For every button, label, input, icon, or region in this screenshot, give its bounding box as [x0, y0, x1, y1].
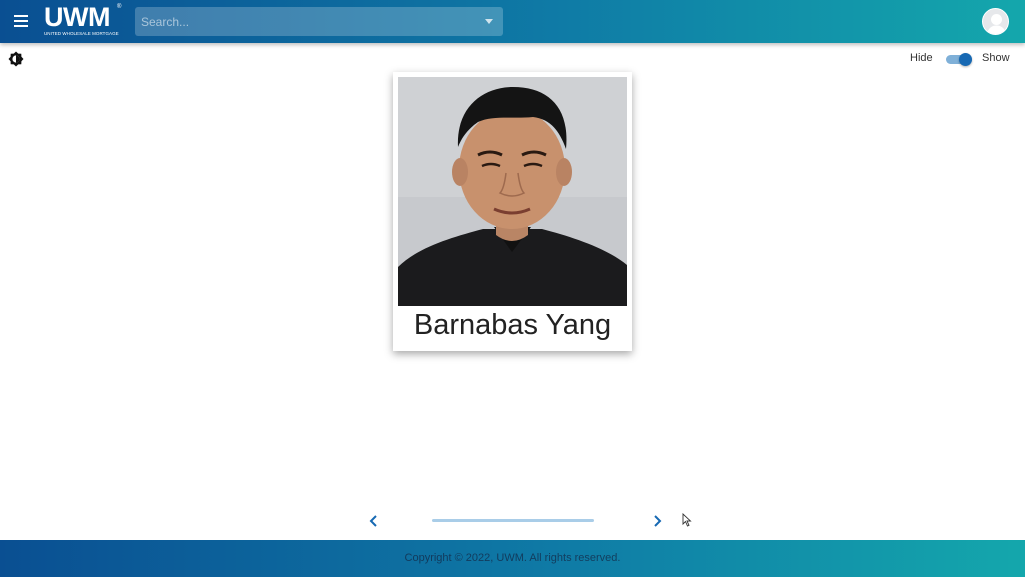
person-name: Barnabas Yang — [413, 309, 612, 341]
chevron-right-icon[interactable] — [650, 513, 664, 529]
logo-subtext: UNITED WHOLESALE MORTGAGE — [44, 31, 119, 36]
chevron-left-icon[interactable] — [367, 513, 381, 529]
show-label: Show — [982, 52, 1010, 64]
footer: Copyright © 2022, UWM. All rights reserv… — [0, 540, 1025, 577]
switch-thumb[interactable] — [959, 53, 972, 66]
search-box[interactable] — [135, 7, 503, 36]
user-icon — [986, 14, 1007, 34]
carousel-progress-bar — [432, 519, 594, 522]
uwm-logo[interactable]: UWM ® UNITED WHOLESALE MORTGAGE — [44, 3, 122, 39]
registered-mark: ® — [117, 4, 122, 10]
copyright-text: Copyright © 2022, UWM. All rights reserv… — [404, 552, 621, 564]
page: UWM ® UNITED WHOLESALE MORTGAGE Hide Sho — [0, 0, 1025, 577]
mouse-cursor-icon — [682, 512, 692, 527]
show-hide-toggle-group: Hide Show — [905, 50, 1017, 68]
brightness-icon[interactable] — [8, 51, 24, 67]
search-input[interactable] — [141, 12, 471, 31]
dropdown-arrow-icon[interactable] — [485, 19, 493, 24]
carousel-controls — [362, 510, 672, 532]
top-app-bar: UWM ® UNITED WHOLESALE MORTGAGE — [0, 0, 1025, 43]
hide-label: Hide — [910, 52, 933, 64]
logo-text: UWM — [44, 2, 110, 32]
person-photo — [398, 77, 627, 306]
menu-icon[interactable] — [12, 13, 30, 29]
user-avatar[interactable] — [982, 8, 1009, 35]
profile-card: Barnabas Yang — [393, 72, 632, 351]
show-hide-switch[interactable] — [946, 52, 972, 66]
